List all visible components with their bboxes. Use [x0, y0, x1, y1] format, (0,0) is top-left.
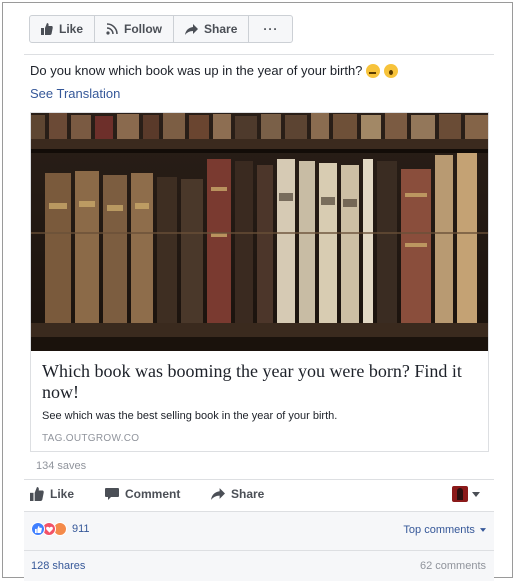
- page-actions-bar: Like Follow Share ···: [29, 15, 294, 43]
- link-preview-card[interactable]: Which book was booming the year you were…: [30, 112, 489, 452]
- share-button[interactable]: Share: [211, 487, 264, 501]
- thinking-face-icon: [366, 63, 381, 78]
- post-actions-bar: Like Comment Share: [30, 486, 490, 505]
- follow-button[interactable]: Follow: [95, 16, 175, 42]
- share-arrow-icon: [211, 488, 225, 500]
- caret-down-icon: [472, 491, 480, 497]
- page-share-button[interactable]: Share: [174, 16, 250, 42]
- top-comments-label: Top comments: [403, 524, 475, 536]
- avatar: [452, 486, 468, 502]
- more-options-button[interactable]: ···: [249, 16, 292, 42]
- feedback-footer: 911 Top comments 128 shares 62 comments: [24, 511, 494, 581]
- reactions-summary[interactable]: 911: [31, 522, 90, 536]
- page-like-label: Like: [59, 22, 84, 36]
- bookshelf-photo: [31, 113, 488, 351]
- comment-bubble-icon: [105, 487, 119, 500]
- like-reaction-icon: [31, 522, 45, 536]
- surprised-face-icon: [384, 63, 399, 78]
- post-as-selector[interactable]: [452, 486, 480, 502]
- link-domain: TAG.OUTGROW.CO: [42, 433, 140, 444]
- like-button[interactable]: Like: [30, 487, 74, 501]
- divider: [24, 550, 494, 551]
- thumbs-up-icon: [41, 23, 53, 35]
- comment-button[interactable]: Comment: [105, 487, 180, 501]
- follow-label: Follow: [124, 22, 163, 36]
- page-like-button[interactable]: Like: [30, 16, 96, 42]
- reaction-count: 911: [72, 523, 90, 535]
- see-translation-link[interactable]: See Translation: [30, 86, 120, 101]
- page-share-label: Share: [204, 22, 238, 36]
- rss-icon: [106, 23, 118, 35]
- divider: [24, 54, 494, 55]
- comments-count[interactable]: 62 comments: [420, 560, 486, 572]
- thumbs-up-icon: [30, 487, 44, 501]
- share-arrow-icon: [185, 23, 199, 35]
- link-description: See which was the best selling book in t…: [42, 410, 338, 422]
- like-label: Like: [50, 487, 75, 501]
- shares-link[interactable]: 128 shares: [31, 560, 85, 572]
- link-title[interactable]: Which book was booming the year you were…: [42, 361, 482, 403]
- post-frame: Like Follow Share ··· Do you know which …: [2, 2, 513, 581]
- saves-count[interactable]: 134 saves: [36, 460, 86, 472]
- comment-label: Comment: [125, 487, 181, 501]
- caret-down-icon: [480, 528, 486, 532]
- more-dots-icon: ···: [263, 22, 279, 36]
- post-message-text: Do you know which book was up in the yea…: [30, 63, 363, 78]
- top-comments-dropdown[interactable]: Top comments: [403, 524, 486, 536]
- post-message: Do you know which book was up in the yea…: [30, 63, 399, 78]
- divider: [24, 479, 494, 480]
- share-label: Share: [231, 487, 265, 501]
